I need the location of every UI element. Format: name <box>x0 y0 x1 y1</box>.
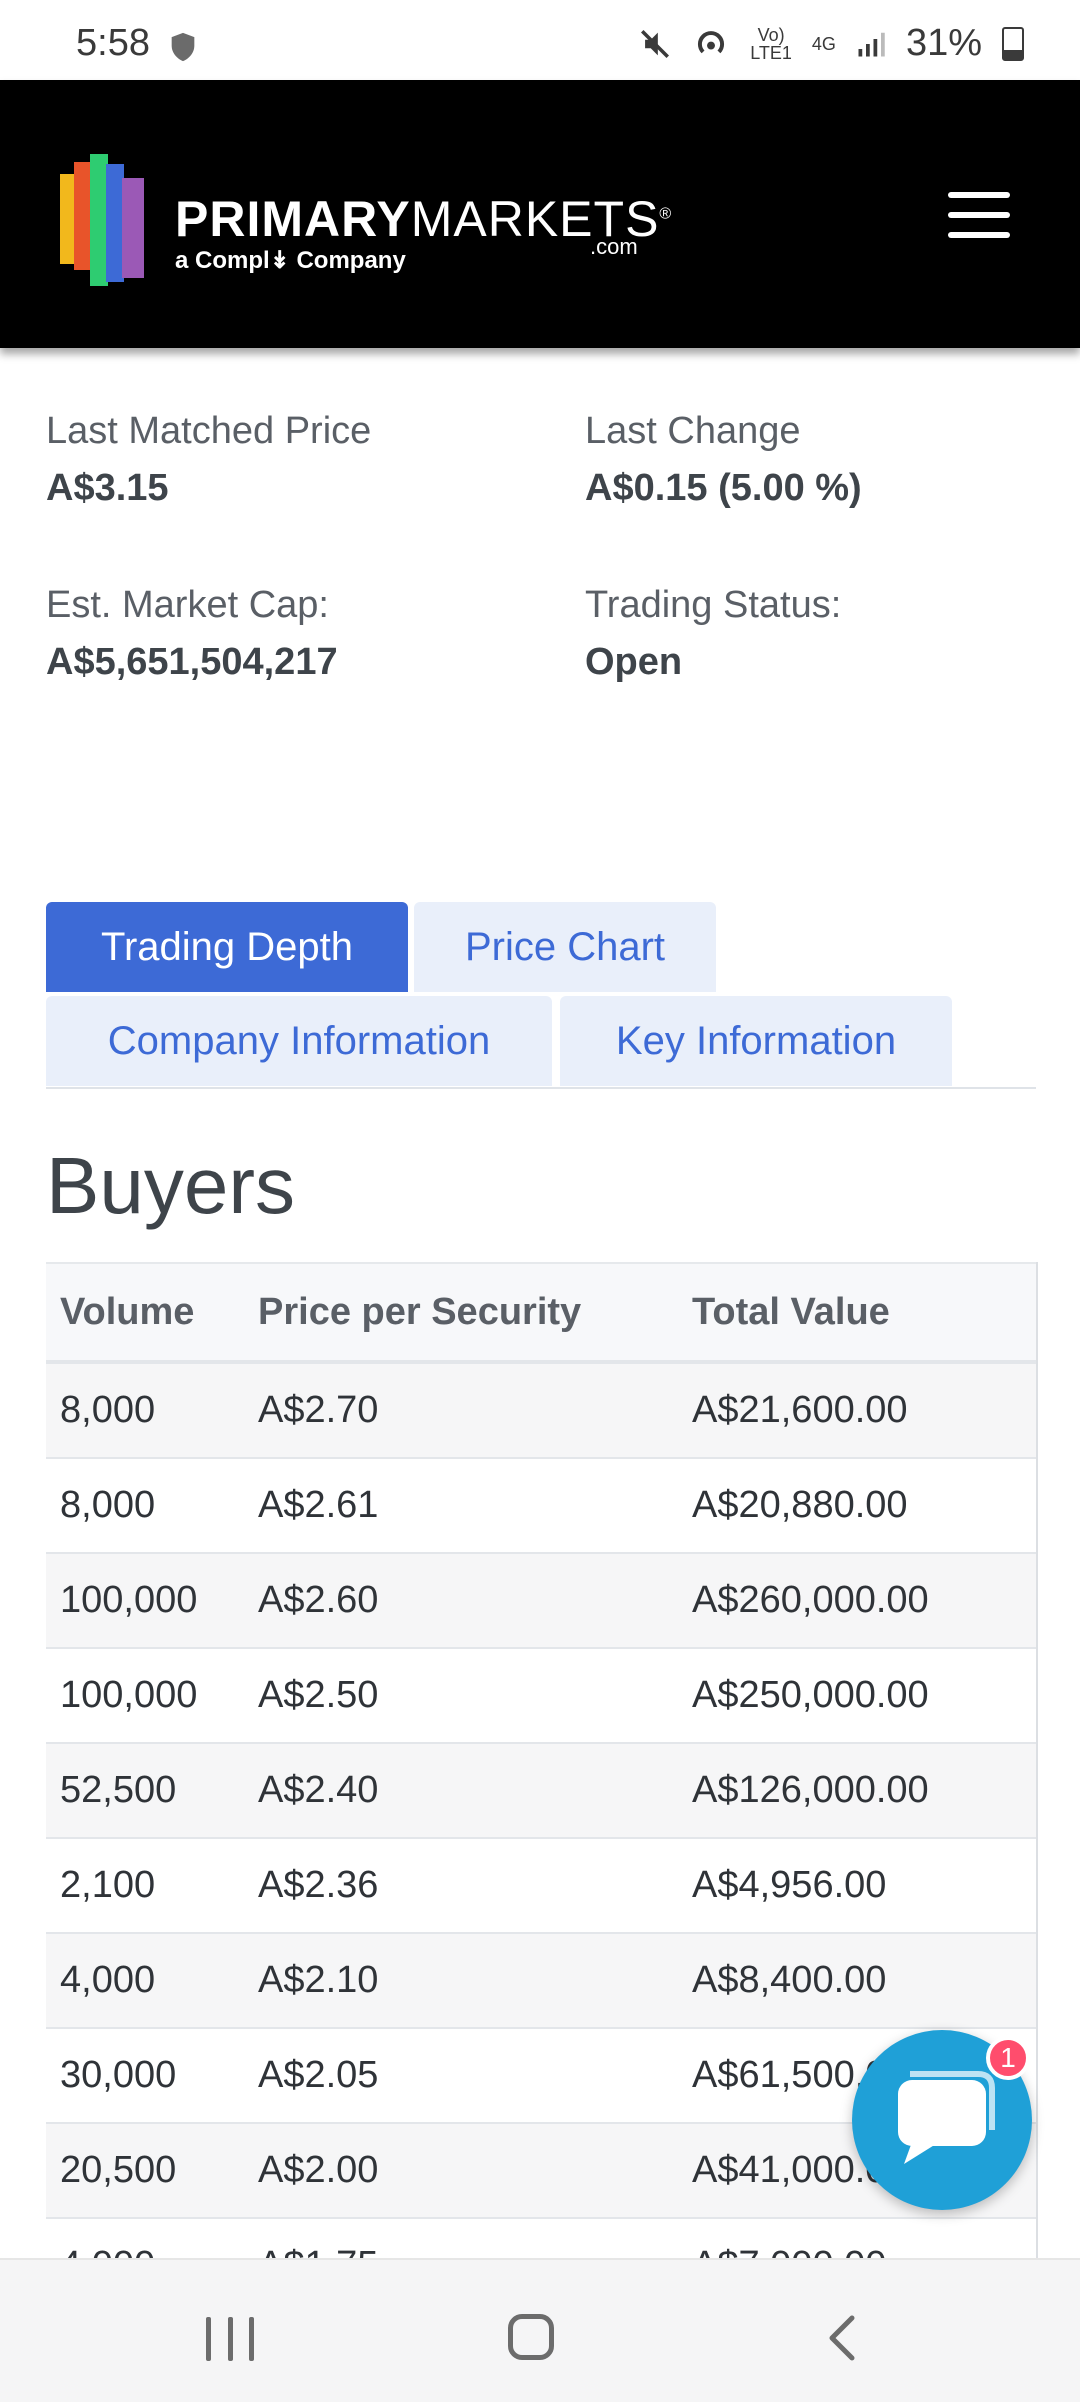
cell-price: A$2.40 <box>258 1769 379 1811</box>
hotspot-icon <box>698 30 725 53</box>
recent-line-icon <box>206 2317 211 2361</box>
tab-trading-depth[interactable]: Trading Depth <box>46 902 408 992</box>
header-volume: Volume <box>60 1290 195 1333</box>
tab-company-information[interactable]: Company Information <box>46 996 552 1086</box>
recent-line-icon <box>227 2317 233 2361</box>
cell-total: A$126,000.00 <box>692 1769 929 1811</box>
recent-apps-button[interactable] <box>206 2317 254 2361</box>
market-cap: Est. Market Cap: A$5,651,504,217 <box>46 584 338 683</box>
cell-price: A$2.61 <box>258 1484 379 1526</box>
cell-volume: 100,000 <box>60 1674 198 1716</box>
buyers-title: Buyers <box>46 1141 295 1230</box>
menu-line-icon <box>948 232 1010 238</box>
shield-icon <box>171 32 195 62</box>
cell-price: A$2.00 <box>258 2149 379 2191</box>
cell-price: A$2.50 <box>258 1674 379 1716</box>
network-generation: 4G <box>811 33 836 54</box>
table-row: 100,000 A$2.50 A$250,000.00 <box>46 1649 1036 1744</box>
table-row: 52,500 A$2.40 A$126,000.00 <box>46 1744 1036 1839</box>
header-price: Price per Security <box>258 1290 582 1333</box>
cell-volume: 4,000 <box>60 1959 156 2001</box>
recent-line-icon <box>249 2317 254 2361</box>
trading-status: Trading Status: Open <box>585 584 842 683</box>
volte-indicator: Vo) LTE1 <box>750 24 792 63</box>
table-row: 8,000 A$2.61 A$20,880.00 <box>46 1459 1036 1554</box>
menu-line-icon <box>948 192 1010 198</box>
battery-icon <box>1002 26 1024 61</box>
cell-volume: 8,000 <box>60 1484 156 1526</box>
cell-total: A$21,600.00 <box>692 1389 908 1431</box>
system-nav-bar <box>0 2258 1080 2402</box>
logo-com: .com <box>590 234 638 259</box>
mute-icon <box>641 29 670 58</box>
tabs-divider <box>46 1087 1036 1089</box>
battery-percent: 31% <box>905 22 982 64</box>
logo-registered: ® <box>659 205 673 223</box>
cell-price: A$2.10 <box>258 1959 379 2001</box>
tab-key-information[interactable]: Key Information <box>560 996 952 1086</box>
tab-price-chart[interactable]: Price Chart <box>414 902 716 992</box>
cell-volume: 30,000 <box>60 2054 177 2096</box>
table-row: 8,000 A$2.70 A$21,600.00 <box>46 1364 1036 1459</box>
cell-price: A$2.70 <box>258 1389 379 1431</box>
table-row: 2,100 A$2.36 A$4,956.00 <box>46 1839 1036 1934</box>
back-button[interactable] <box>820 2312 866 2364</box>
status-bar: 5:58 Vo) LTE1 4G 31% <box>0 0 1080 80</box>
chat-notification-badge: 1 <box>986 2036 1030 2080</box>
home-button[interactable] <box>508 2314 554 2360</box>
app-header: PRIMARYMARKETS® a Compl↡ Company .com <box>0 80 1080 348</box>
logo-primary: PRIMARY <box>175 191 411 247</box>
cell-volume: 8,000 <box>60 1389 156 1431</box>
menu-line-icon <box>948 212 1010 218</box>
last-matched-price: Last Matched Price A$3.15 <box>46 410 372 509</box>
cell-total: A$250,000.00 <box>692 1674 929 1716</box>
logo-text: PRIMARYMARKETS® a Compl↡ Company <box>175 190 672 275</box>
status-icons: Vo) LTE1 4G 31% <box>638 22 1024 65</box>
status-time: 5:58 <box>76 22 150 64</box>
signal-icon <box>858 32 885 56</box>
header-total: Total Value <box>692 1290 890 1333</box>
cell-volume: 100,000 <box>60 1579 198 1621</box>
cell-price: A$2.60 <box>258 1579 379 1621</box>
table-row: 100,000 A$2.60 A$260,000.00 <box>46 1554 1036 1649</box>
cell-volume: 52,500 <box>60 1769 177 1811</box>
cell-price: A$2.05 <box>258 2054 379 2096</box>
table-header: Volume Price per Security Total Value <box>46 1262 1036 1364</box>
logo-icon <box>60 154 144 286</box>
cell-total: A$260,000.00 <box>692 1579 929 1621</box>
cell-volume: 20,500 <box>60 2149 177 2191</box>
cell-total: A$20,880.00 <box>692 1484 908 1526</box>
hamburger-menu-button[interactable] <box>948 192 1010 238</box>
cell-volume: 2,100 <box>60 1864 156 1906</box>
table-row: 4,000 A$2.10 A$8,400.00 <box>46 1934 1036 2029</box>
last-change: Last Change A$0.15 (5.00 %) <box>585 410 862 509</box>
cell-total: A$4,956.00 <box>692 1864 887 1906</box>
cell-total: A$8,400.00 <box>692 1959 887 2001</box>
cell-price: A$2.36 <box>258 1864 379 1906</box>
